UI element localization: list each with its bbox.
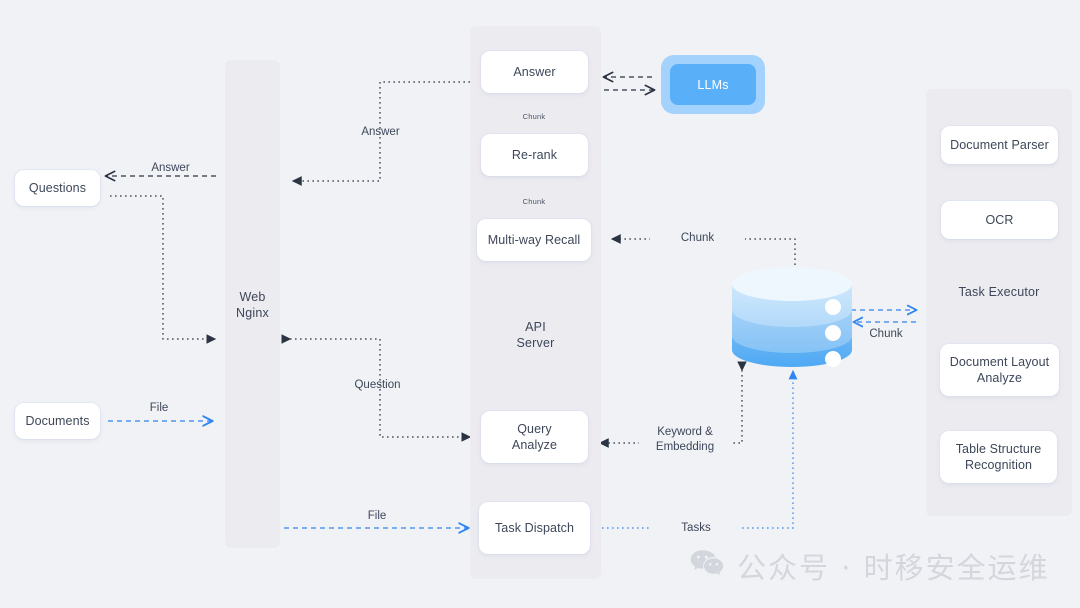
edge-label-chunk-db-to-recall-text: Chunk — [680, 232, 715, 244]
node-query-analyze[interactable]: Query Analyze — [481, 411, 588, 463]
edge-label-chunk-db-to-recall: Chunk — [650, 231, 745, 246]
edge-label-answer-nginx: Answer — [333, 125, 428, 140]
edge-label-chunk-recall-to-rerank-text: Chunk — [522, 197, 546, 206]
node-database[interactable] — [731, 263, 853, 375]
edge-label-chunk-rerank-to-answer: Chunk — [506, 109, 562, 124]
edge-label-chunk-recall-to-rerank: Chunk — [506, 194, 562, 209]
node-query-analyze-label-line1: Query — [517, 422, 552, 436]
nginx-label-line2: Nginx — [236, 306, 269, 320]
node-table-structure-recognition-label-line2: Recognition — [964, 458, 1033, 472]
node-answer-label: Answer — [513, 65, 556, 79]
edge-label-chunk-rerank-to-answer-text: Chunk — [522, 112, 546, 121]
node-multi-way-recall[interactable]: Multi-way Recall — [477, 219, 591, 261]
node-llms-inner: LLMs — [670, 64, 756, 105]
node-table-structure-recognition-label-line1: Table Structure — [955, 442, 1042, 456]
diagram-canvas: Web Nginx API Server Task Executor Quest… — [0, 0, 1080, 608]
node-multi-way-recall-label: Multi-way Recall — [487, 233, 581, 247]
node-questions[interactable]: Questions — [15, 170, 100, 206]
edge-label-question-nginx-text: Question — [354, 379, 401, 391]
api-label-line1: API — [525, 320, 546, 334]
panel-task-executor-label: Task Executor — [926, 284, 1072, 300]
node-llms[interactable]: LLMs — [661, 55, 765, 114]
panel-api-server-label: API Server — [470, 319, 601, 351]
edge-label-file-documents-text: File — [149, 402, 169, 414]
node-document-parser[interactable]: Document Parser — [941, 126, 1058, 164]
node-documents-label: Documents — [25, 414, 90, 428]
edge-label-question-nginx: Question — [330, 378, 425, 393]
node-ocr[interactable]: OCR — [941, 201, 1058, 239]
panel-web-nginx-label: Web Nginx — [225, 289, 280, 321]
node-query-analyze-label-line2: Analyze — [511, 438, 558, 452]
edge-label-file-nginx-to-dispatch-text: File — [367, 510, 387, 522]
edge-label-keyword-embedding: Keyword & Embedding — [639, 425, 731, 455]
edge-label-file-documents: File — [113, 401, 205, 416]
node-document-layout-analyze[interactable]: Document Layout Analyze — [940, 344, 1059, 396]
edge-label-keyword-embedding-line2: Embedding — [655, 441, 715, 453]
watermark-text: 公众号 · 时移安全运维 — [737, 551, 1050, 585]
nginx-label-line1: Web — [239, 290, 266, 304]
node-re-rank-label: Re-rank — [511, 148, 558, 162]
wechat-icon — [690, 549, 724, 584]
node-task-dispatch[interactable]: Task Dispatch — [479, 502, 590, 554]
node-questions-label: Questions — [28, 181, 87, 195]
edge-label-tasks: Tasks — [650, 521, 742, 536]
node-task-dispatch-label: Task Dispatch — [494, 521, 575, 535]
edge-label-tasks-text: Tasks — [681, 522, 711, 534]
edge-label-answer-to-questions-text: Answer — [151, 162, 190, 174]
edge-label-answer-nginx-text: Answer — [361, 126, 400, 138]
node-document-parser-label: Document Parser — [950, 138, 1049, 152]
watermark: 公众号 · 时移安全运维 — [690, 545, 1050, 587]
edge-label-chunk-db-executor-text: Chunk — [869, 328, 903, 340]
api-label-line2: Server — [516, 336, 555, 350]
node-ocr-label: OCR — [985, 213, 1014, 227]
edge-label-answer-to-questions: Answer — [123, 161, 218, 176]
node-table-structure-recognition[interactable]: Table Structure Recognition — [940, 431, 1057, 483]
edge-label-file-nginx-to-dispatch: File — [331, 509, 423, 524]
node-llms-label: LLMs — [697, 77, 729, 92]
edge-label-keyword-embedding-line1: Keyword & — [657, 426, 713, 438]
node-document-layout-analyze-label-line2: Analyze — [976, 371, 1023, 385]
node-answer[interactable]: Answer — [481, 51, 588, 93]
node-re-rank[interactable]: Re-rank — [481, 134, 588, 176]
edge-label-chunk-db-executor: Chunk — [840, 327, 932, 342]
node-document-layout-analyze-label-line1: Document Layout — [949, 355, 1050, 369]
node-documents[interactable]: Documents — [15, 403, 100, 439]
edge-question-questions-to-nginx — [110, 195, 217, 344]
task-executor-label: Task Executor — [958, 285, 1040, 299]
